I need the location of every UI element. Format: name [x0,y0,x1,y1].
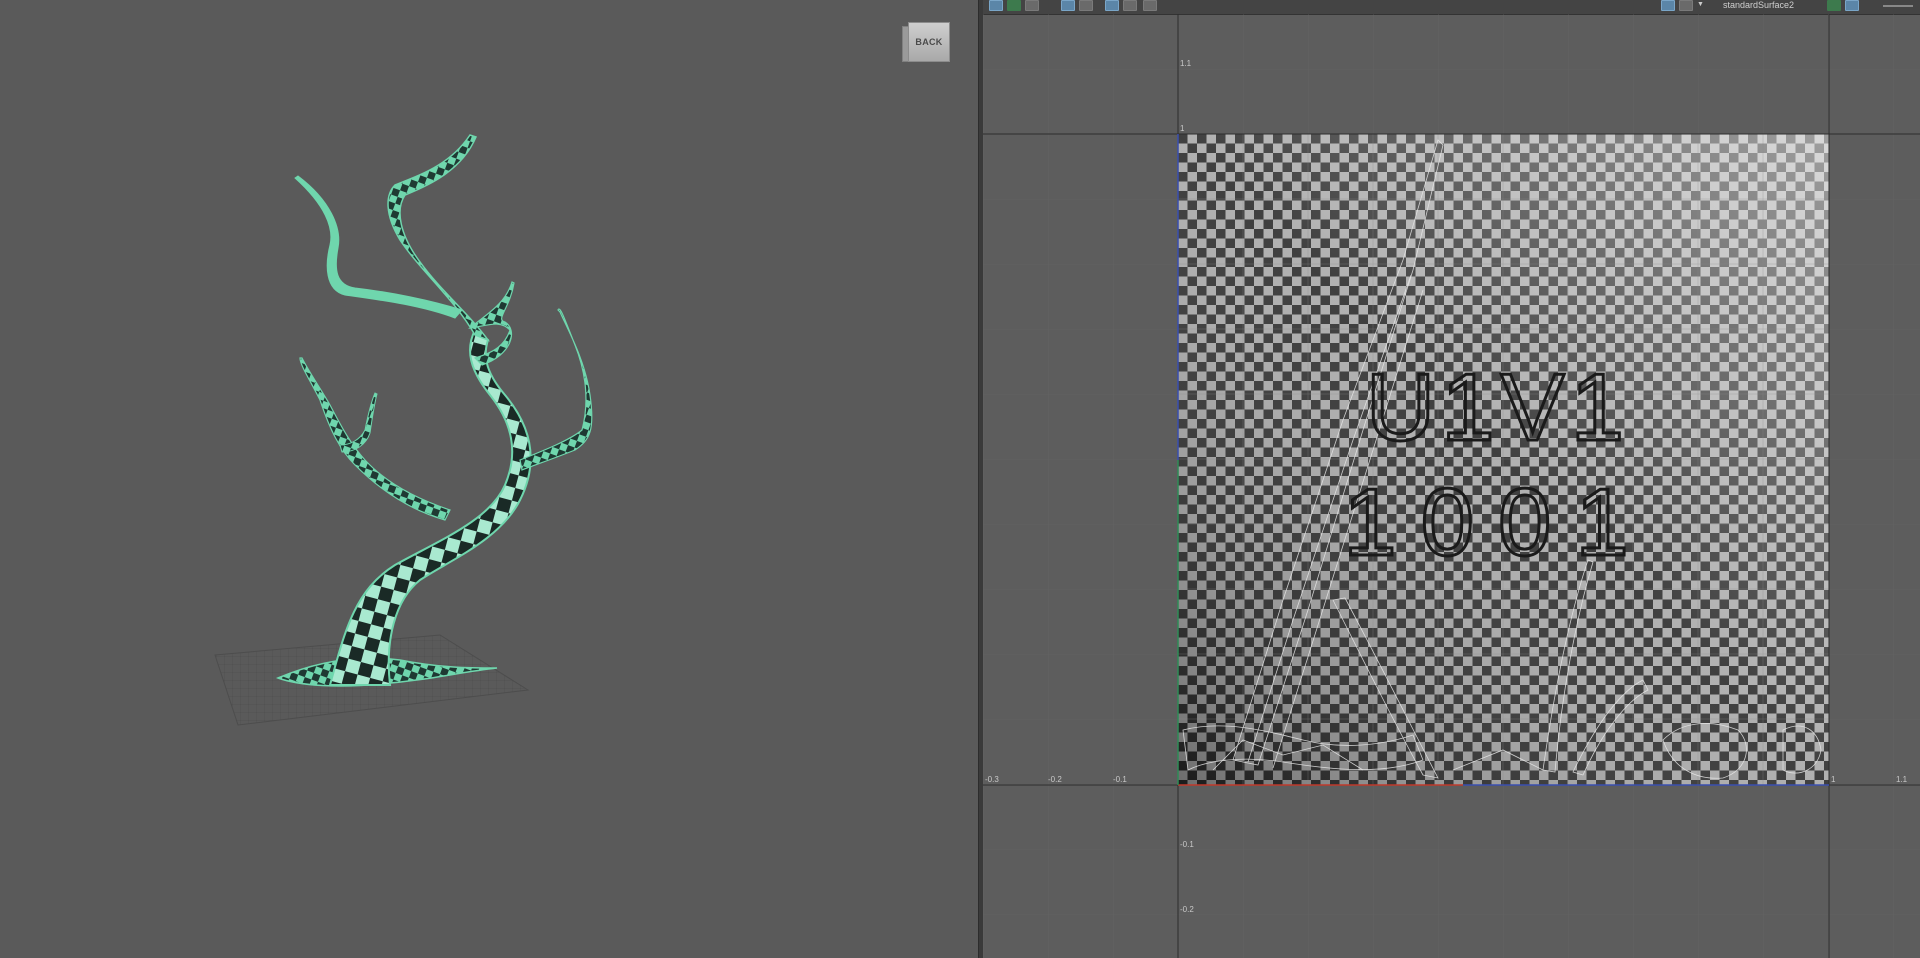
u-label-neg02: -0.2 [1048,775,1062,784]
u-label-1: 1 [1831,775,1836,784]
tree-model-view[interactable] [0,0,978,958]
v-label-1-1: 1.1 [1180,59,1192,68]
tree-branch-left-upper [294,175,463,319]
v-label-neg02: -0.2 [1180,905,1194,914]
view-cube-face[interactable]: BACK [908,22,950,62]
uv-grid-view[interactable]: U1V1 1001 -0.3 -0.2 -0.1 1 1.1 1.1 1 -0.… [983,0,1920,958]
v-label-neg01: -0.1 [1180,840,1194,849]
uv-editor-panel[interactable]: ▼ standardSurface2 U1V1 1001 -0.3 -0.2 -… [983,0,1920,958]
tree-branch-right-long [519,308,593,471]
v-label-1: 1 [1180,124,1185,133]
uv-tile-label-udim: 1001 [1343,469,1653,576]
u-label-1-1: 1.1 [1896,775,1908,784]
tree-branch-left-mid [299,357,451,521]
viewport-3d[interactable]: BACK [0,0,978,958]
uv-tile-label-uv: U1V1 [1366,354,1630,461]
u-label-neg03: -0.3 [985,775,999,784]
u-label-neg01: -0.1 [1113,775,1127,784]
view-cube[interactable]: BACK [902,20,952,64]
